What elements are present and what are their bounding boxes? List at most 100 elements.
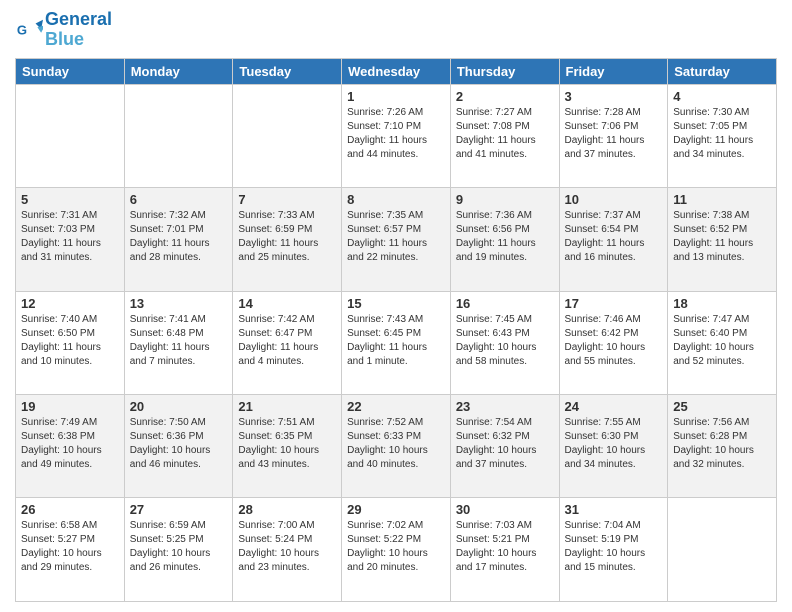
day-number: 18 [673, 296, 771, 311]
day-cell [124, 84, 233, 187]
page-header: G General Blue [15, 10, 777, 50]
week-row-2: 5 Sunrise: 7:31 AM Sunset: 7:03 PM Daylig… [16, 188, 777, 291]
weekday-saturday: Saturday [668, 58, 777, 84]
day-number: 17 [565, 296, 663, 311]
day-number: 24 [565, 399, 663, 414]
day-number: 29 [347, 502, 445, 517]
day-cell: 21 Sunrise: 7:51 AM Sunset: 6:35 PM Dayli… [233, 395, 342, 498]
day-cell [233, 84, 342, 187]
day-number: 4 [673, 89, 771, 104]
day-cell: 5 Sunrise: 7:31 AM Sunset: 7:03 PM Daylig… [16, 188, 125, 291]
calendar-table: SundayMondayTuesdayWednesdayThursdayFrid… [15, 58, 777, 602]
logo-text: General Blue [45, 10, 112, 50]
day-cell: 28 Sunrise: 7:00 AM Sunset: 5:24 PM Dayli… [233, 498, 342, 602]
day-number: 7 [238, 192, 336, 207]
day-number: 12 [21, 296, 119, 311]
day-info: Sunrise: 7:28 AM Sunset: 7:06 PM Dayligh… [565, 106, 663, 162]
day-info: Sunrise: 7:50 AM Sunset: 6:36 PM Dayligh… [130, 416, 228, 472]
day-info: Sunrise: 7:32 AM Sunset: 7:01 PM Dayligh… [130, 209, 228, 265]
day-cell: 26 Sunrise: 6:58 AM Sunset: 5:27 PM Dayli… [16, 498, 125, 602]
day-number: 14 [238, 296, 336, 311]
calendar-body: 1Sunrise: 7:26 AM Sunset: 7:10 PM Daylig… [16, 84, 777, 601]
day-number: 9 [456, 192, 554, 207]
day-cell: 18 Sunrise: 7:47 AM Sunset: 6:40 PM Dayli… [668, 291, 777, 394]
day-info: Sunrise: 7:56 AM Sunset: 6:28 PM Dayligh… [673, 416, 771, 472]
day-cell: 15 Sunrise: 7:43 AM Sunset: 6:45 PM Dayli… [342, 291, 451, 394]
day-cell: 7 Sunrise: 7:33 AM Sunset: 6:59 PM Daylig… [233, 188, 342, 291]
day-info: Sunrise: 7:36 AM Sunset: 6:56 PM Dayligh… [456, 209, 554, 265]
day-number: 25 [673, 399, 771, 414]
day-cell: 24 Sunrise: 7:55 AM Sunset: 6:30 PM Dayli… [559, 395, 668, 498]
day-cell: 8 Sunrise: 7:35 AM Sunset: 6:57 PM Daylig… [342, 188, 451, 291]
day-number: 31 [565, 502, 663, 517]
day-info: Sunrise: 7:49 AM Sunset: 6:38 PM Dayligh… [21, 416, 119, 472]
day-info: Sunrise: 6:58 AM Sunset: 5:27 PM Dayligh… [21, 519, 119, 575]
day-cell: 4Sunrise: 7:30 AM Sunset: 7:05 PM Daylig… [668, 84, 777, 187]
day-cell: 29Sunrise: 7:02 AM Sunset: 5:22 PM Dayli… [342, 498, 451, 602]
day-info: Sunrise: 7:00 AM Sunset: 5:24 PM Dayligh… [238, 519, 336, 575]
day-number: 2 [456, 89, 554, 104]
day-info: Sunrise: 7:03 AM Sunset: 5:21 PM Dayligh… [456, 519, 554, 575]
weekday-thursday: Thursday [450, 58, 559, 84]
day-number: 5 [21, 192, 119, 207]
day-info: Sunrise: 7:27 AM Sunset: 7:08 PM Dayligh… [456, 106, 554, 162]
day-number: 21 [238, 399, 336, 414]
day-cell: 27 Sunrise: 6:59 AM Sunset: 5:25 PM Dayli… [124, 498, 233, 602]
day-cell: 23 Sunrise: 7:54 AM Sunset: 6:32 PM Dayli… [450, 395, 559, 498]
day-cell: 9 Sunrise: 7:36 AM Sunset: 6:56 PM Daylig… [450, 188, 559, 291]
day-cell: 22Sunrise: 7:52 AM Sunset: 6:33 PM Dayli… [342, 395, 451, 498]
day-info: Sunrise: 7:31 AM Sunset: 7:03 PM Dayligh… [21, 209, 119, 265]
day-cell: 10Sunrise: 7:37 AM Sunset: 6:54 PM Dayli… [559, 188, 668, 291]
logo: G General Blue [15, 10, 112, 50]
day-number: 11 [673, 192, 771, 207]
day-cell: 19Sunrise: 7:49 AM Sunset: 6:38 PM Dayli… [16, 395, 125, 498]
day-info: Sunrise: 7:40 AM Sunset: 6:50 PM Dayligh… [21, 313, 119, 369]
weekday-friday: Friday [559, 58, 668, 84]
day-info: Sunrise: 7:41 AM Sunset: 6:48 PM Dayligh… [130, 313, 228, 369]
weekday-wednesday: Wednesday [342, 58, 451, 84]
day-number: 3 [565, 89, 663, 104]
day-cell: 16 Sunrise: 7:45 AM Sunset: 6:43 PM Dayli… [450, 291, 559, 394]
day-number: 27 [130, 502, 228, 517]
day-number: 6 [130, 192, 228, 207]
day-number: 8 [347, 192, 445, 207]
day-cell [668, 498, 777, 602]
day-number: 16 [456, 296, 554, 311]
weekday-sunday: Sunday [16, 58, 125, 84]
day-number: 23 [456, 399, 554, 414]
day-info: Sunrise: 7:45 AM Sunset: 6:43 PM Dayligh… [456, 313, 554, 369]
day-number: 30 [456, 502, 554, 517]
day-number: 13 [130, 296, 228, 311]
day-info: Sunrise: 7:47 AM Sunset: 6:40 PM Dayligh… [673, 313, 771, 369]
svg-text:G: G [17, 22, 27, 37]
day-info: Sunrise: 7:42 AM Sunset: 6:47 PM Dayligh… [238, 313, 336, 369]
day-number: 22 [347, 399, 445, 414]
day-info: Sunrise: 7:35 AM Sunset: 6:57 PM Dayligh… [347, 209, 445, 265]
day-info: Sunrise: 7:33 AM Sunset: 6:59 PM Dayligh… [238, 209, 336, 265]
day-number: 20 [130, 399, 228, 414]
weekday-monday: Monday [124, 58, 233, 84]
week-row-1: 1Sunrise: 7:26 AM Sunset: 7:10 PM Daylig… [16, 84, 777, 187]
weekday-tuesday: Tuesday [233, 58, 342, 84]
day-cell: 25 Sunrise: 7:56 AM Sunset: 6:28 PM Dayli… [668, 395, 777, 498]
day-info: Sunrise: 7:43 AM Sunset: 6:45 PM Dayligh… [347, 313, 445, 369]
day-info: Sunrise: 7:38 AM Sunset: 6:52 PM Dayligh… [673, 209, 771, 265]
day-cell: 17 Sunrise: 7:46 AM Sunset: 6:42 PM Dayli… [559, 291, 668, 394]
day-cell: 31Sunrise: 7:04 AM Sunset: 5:19 PM Dayli… [559, 498, 668, 602]
day-info: Sunrise: 7:26 AM Sunset: 7:10 PM Dayligh… [347, 106, 445, 162]
day-cell: 20 Sunrise: 7:50 AM Sunset: 6:36 PM Dayli… [124, 395, 233, 498]
day-info: Sunrise: 7:54 AM Sunset: 6:32 PM Dayligh… [456, 416, 554, 472]
day-cell: 2 Sunrise: 7:27 AM Sunset: 7:08 PM Daylig… [450, 84, 559, 187]
day-number: 26 [21, 502, 119, 517]
day-cell: 30 Sunrise: 7:03 AM Sunset: 5:21 PM Dayli… [450, 498, 559, 602]
day-info: Sunrise: 7:51 AM Sunset: 6:35 PM Dayligh… [238, 416, 336, 472]
logo-icon: G [15, 16, 43, 44]
day-info: Sunrise: 7:46 AM Sunset: 6:42 PM Dayligh… [565, 313, 663, 369]
day-info: Sunrise: 7:55 AM Sunset: 6:30 PM Dayligh… [565, 416, 663, 472]
day-cell [16, 84, 125, 187]
day-cell: 1Sunrise: 7:26 AM Sunset: 7:10 PM Daylig… [342, 84, 451, 187]
day-number: 28 [238, 502, 336, 517]
day-info: Sunrise: 6:59 AM Sunset: 5:25 PM Dayligh… [130, 519, 228, 575]
day-number: 15 [347, 296, 445, 311]
day-info: Sunrise: 7:37 AM Sunset: 6:54 PM Dayligh… [565, 209, 663, 265]
